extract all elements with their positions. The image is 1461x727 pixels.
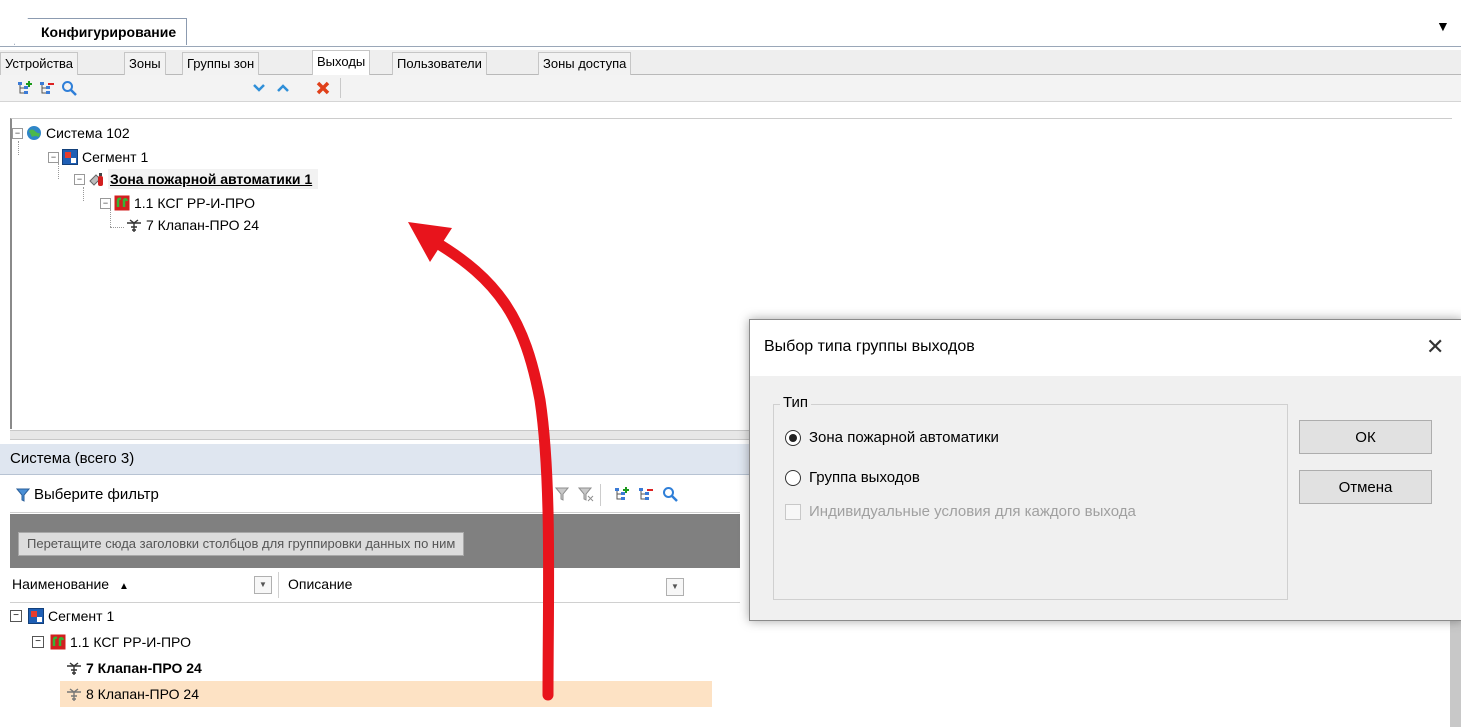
filter-label: Выберите фильтр xyxy=(34,486,159,503)
valve-icon xyxy=(127,219,141,232)
cancel-button[interactable]: Отмена xyxy=(1299,470,1432,504)
tree-node-zone[interactable]: − Зона пожарной автоматики 1 xyxy=(74,169,319,189)
grid-row-output-8[interactable]: 8 Клапан-ПРО 24 xyxy=(60,681,712,707)
tree-node-label: Зона пожарной автоматики 1 xyxy=(108,169,319,189)
dialog-titlebar: Выбор типа группы выходов ✕ xyxy=(750,320,1461,376)
fire-extinguisher-icon xyxy=(89,173,103,186)
column-name-header[interactable]: Наименование ▲ xyxy=(12,576,129,592)
grid-row-segment[interactable]: − Сегмент 1 xyxy=(10,603,710,629)
grid-row-output-7[interactable]: 7 Клапан-ПРО 24 xyxy=(66,655,706,681)
ok-button[interactable]: ОК xyxy=(1299,420,1432,454)
device-icon xyxy=(50,634,66,650)
radio-output-group[interactable]: Группа выходов xyxy=(785,469,920,486)
tree-node-device[interactable]: − 1.1 КСГ РР-И-ПРО xyxy=(100,193,255,213)
grid-search-icon[interactable] xyxy=(662,486,678,505)
filter-apply-icon[interactable] xyxy=(554,486,573,504)
radio-label: Зона пожарной автоматики xyxy=(809,429,999,446)
toolbar-separator xyxy=(340,78,341,98)
grid-collapse-all-icon[interactable] xyxy=(638,486,654,505)
toolbar xyxy=(0,75,1461,102)
down-arrow-icon[interactable] xyxy=(250,79,268,97)
valve-icon xyxy=(67,662,81,675)
sort-ascending-icon: ▲ xyxy=(118,581,129,592)
row-label: 8 Клапан-ПРО 24 xyxy=(86,686,199,702)
segment-icon xyxy=(62,149,78,165)
globe-icon xyxy=(27,126,41,140)
tree-node-segment[interactable]: − Сегмент 1 xyxy=(48,147,148,167)
collapse-all-icon[interactable] xyxy=(38,79,56,97)
tab-devices[interactable]: Устройства xyxy=(0,52,79,75)
radio-button-unchecked[interactable] xyxy=(785,469,801,486)
type-groupbox-label: Тип xyxy=(780,394,812,411)
panel-header xyxy=(0,14,1461,47)
row-label: 7 Клапан-ПРО 24 xyxy=(86,660,202,676)
tree-node-label: 1.1 КСГ РР-И-ПРО xyxy=(134,195,255,211)
row-label: Сегмент 1 xyxy=(48,608,115,624)
tree-node-system[interactable]: − Система 102 xyxy=(12,123,130,143)
column-name-filter-dropdown[interactable]: ▼ xyxy=(254,576,272,594)
valve-icon xyxy=(67,688,81,701)
filter-bar: Выберите фильтр ▼ xyxy=(10,478,740,513)
delete-icon[interactable] xyxy=(314,79,332,97)
collapse-toggle[interactable]: − xyxy=(48,151,59,163)
output-group-type-dialog: Выбор типа группы выходов ✕ Тип Зона пож… xyxy=(749,319,1461,621)
filter-selector[interactable]: Выберите фильтр xyxy=(16,486,159,503)
tab-zones[interactable]: Зоны xyxy=(124,52,166,75)
group-by-hint: Перетащите сюда заголовки столбцов для г… xyxy=(18,532,465,556)
data-grid: − Сегмент 1 − 1.1 КСГ РР-И-ПРО 7 Клапан-… xyxy=(10,603,1450,727)
radio-button-checked[interactable] xyxy=(785,429,801,446)
grid-expand-all-icon[interactable] xyxy=(614,486,630,505)
segment-icon xyxy=(28,608,44,624)
expand-all-icon[interactable] xyxy=(16,79,34,97)
search-icon[interactable] xyxy=(60,79,78,97)
close-icon[interactable]: ✕ xyxy=(1426,334,1444,360)
system-count-label: Система (всего 3) xyxy=(10,450,135,467)
tab-bar: Устройства Зоны Группы зон Выходы Пользо… xyxy=(0,50,1461,75)
tab-outputs[interactable]: Выходы xyxy=(312,50,371,75)
panel-title-tab[interactable]: Конфигурирование xyxy=(14,18,188,45)
filter-clear-icon[interactable] xyxy=(577,486,596,504)
tree-node-label: 7 Клапан-ПРО 24 xyxy=(146,217,259,233)
radio-label: Группа выходов xyxy=(809,469,920,486)
top-strip xyxy=(0,0,1461,14)
tree-node-label: Сегмент 1 xyxy=(82,149,149,165)
checkbox-label: Индивидуальные условия для каждого выход… xyxy=(809,503,1136,520)
row-label: 1.1 КСГ РР-И-ПРО xyxy=(70,634,191,650)
filter-icon xyxy=(16,488,30,502)
checkbox-box[interactable] xyxy=(785,503,801,520)
collapse-toggle[interactable]: − xyxy=(100,197,111,209)
radio-fire-automation-zone[interactable]: Зона пожарной автоматики xyxy=(785,429,999,446)
group-by-area[interactable]: Перетащите сюда заголовки столбцов для г… xyxy=(10,514,740,568)
filter-dropdown-arrow[interactable]: ▼ xyxy=(540,488,550,499)
column-header-row: Наименование ▲ ▼ Описание ▼ xyxy=(10,568,740,603)
collapse-toggle[interactable]: − xyxy=(10,610,22,622)
tree-node-output[interactable]: 7 Клапан-ПРО 24 xyxy=(126,215,259,235)
up-arrow-icon[interactable] xyxy=(274,79,292,97)
column-description-filter-dropdown[interactable]: ▼ xyxy=(666,578,684,596)
collapse-toggle[interactable]: − xyxy=(74,173,85,185)
device-icon xyxy=(114,195,130,211)
tab-access-zones[interactable]: Зоны доступа xyxy=(538,52,632,75)
grid-row-device[interactable]: − 1.1 КСГ РР-И-ПРО xyxy=(32,629,712,655)
collapse-toggle[interactable]: − xyxy=(32,636,44,648)
tab-users[interactable]: Пользователи xyxy=(392,52,487,75)
tab-zone-groups[interactable]: Группы зон xyxy=(182,52,260,75)
dialog-title: Выбор типа группы выходов xyxy=(764,338,975,355)
tree-node-label: Система 102 xyxy=(46,125,130,141)
column-description-header[interactable]: Описание xyxy=(288,576,352,592)
individual-conditions-checkbox[interactable]: Индивидуальные условия для каждого выход… xyxy=(785,503,1136,520)
panel-menu-dropdown[interactable]: ▼ xyxy=(1436,18,1450,34)
collapse-toggle[interactable]: − xyxy=(12,127,23,139)
